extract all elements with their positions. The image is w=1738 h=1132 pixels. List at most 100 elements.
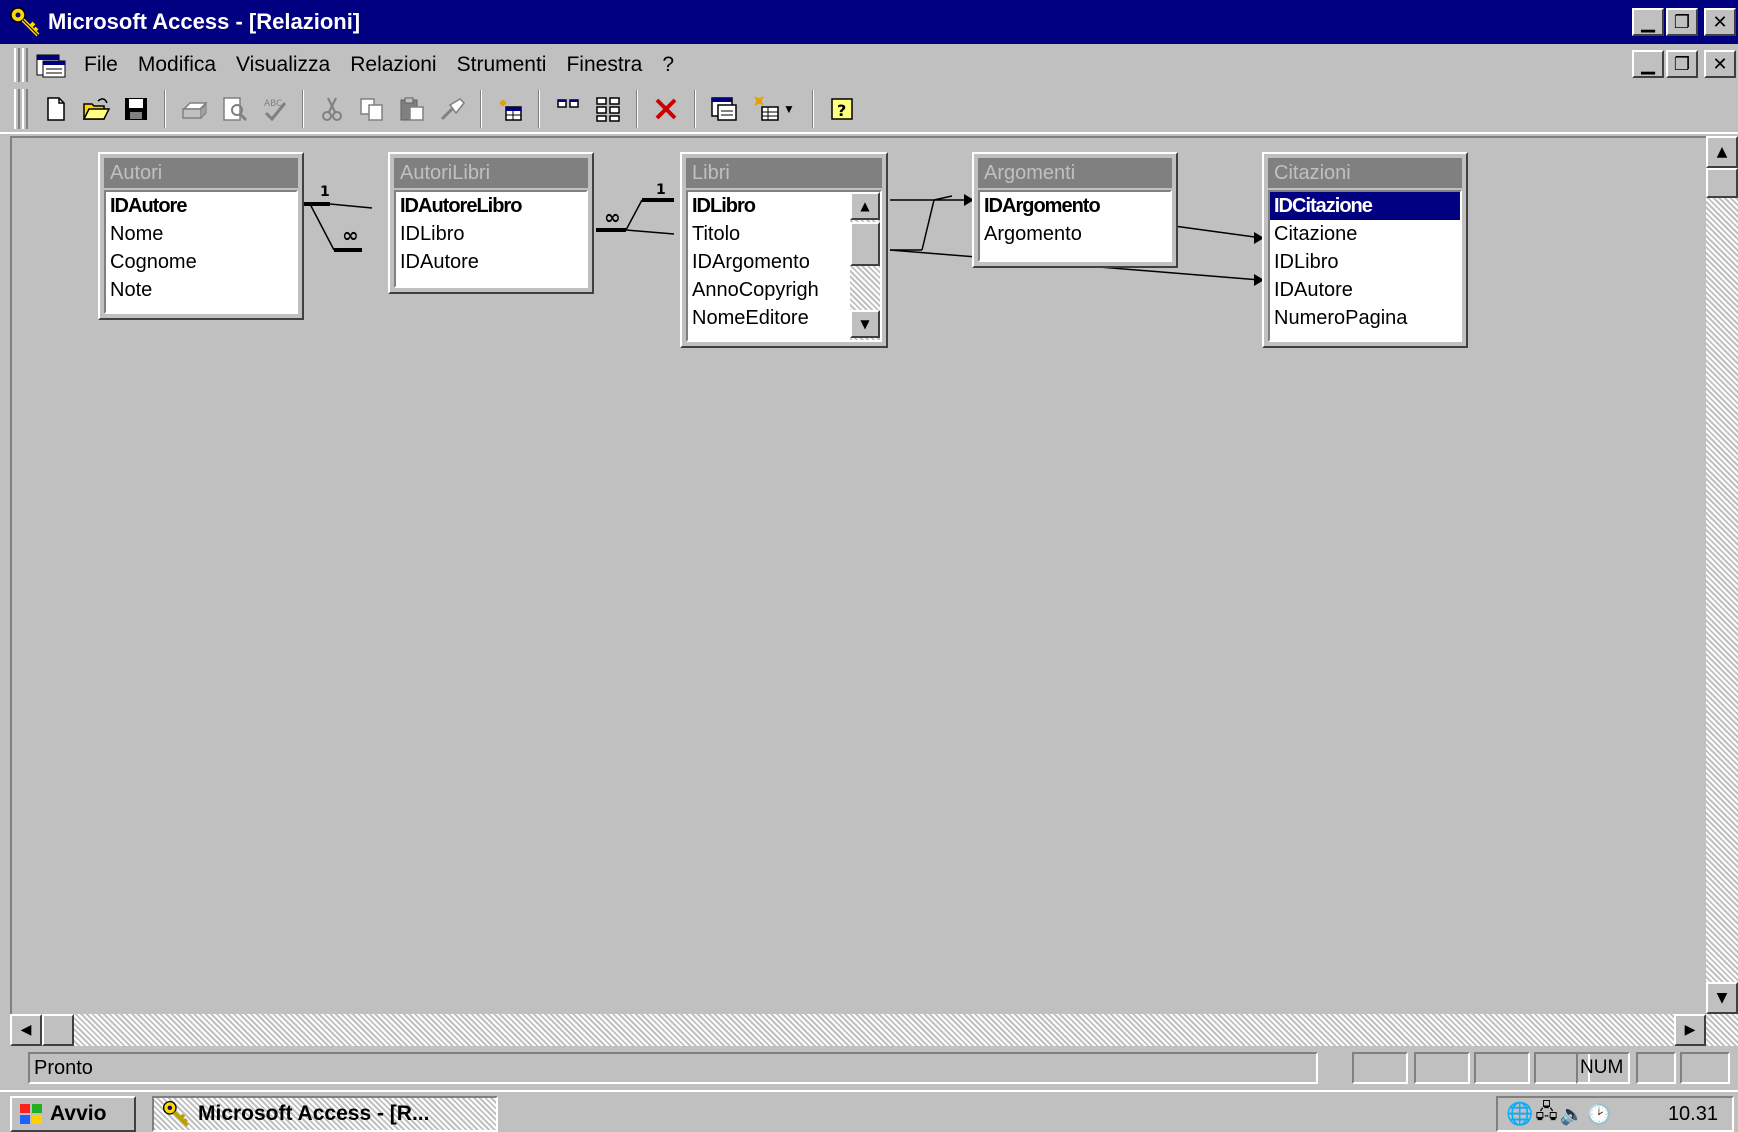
show-all-button[interactable] [590, 90, 626, 128]
table-autori[interactable]: Autori IDAutore Nome Cognome Note [98, 152, 304, 320]
field-primary-key[interactable]: IDAutoreLibro [396, 192, 586, 220]
scroll-right-button[interactable]: ▶ [1674, 1014, 1706, 1046]
field-item[interactable]: Cognome [106, 248, 296, 276]
field-primary-key[interactable]: IDArgomento [980, 192, 1170, 220]
table-title[interactable]: AutoriLibri [394, 158, 588, 188]
toolbar-grip-2[interactable] [22, 89, 28, 129]
menu-visualizza[interactable]: Visualizza [226, 53, 340, 77]
toolbar-separator [302, 90, 304, 128]
menu-relazioni[interactable]: Relazioni [340, 53, 446, 77]
scroll-down-button[interactable]: ▼ [850, 310, 880, 338]
database-window-button[interactable] [706, 90, 742, 128]
field-item[interactable]: Argomento [980, 220, 1170, 248]
toolbar-grip[interactable] [14, 89, 20, 129]
field-primary-key-selected[interactable]: IDCitazione [1270, 192, 1460, 220]
table-title[interactable]: Libri [686, 158, 882, 188]
field-list[interactable]: IDCitazione Citazione IDLibro IDAutore N… [1268, 190, 1462, 342]
table-title[interactable]: Argomenti [978, 158, 1172, 188]
field-list[interactable]: IDAutore Nome Cognome Note [104, 190, 298, 314]
toolbar-separator [538, 90, 540, 128]
scroll-up-button[interactable]: ▲ [850, 192, 880, 220]
scheduler-icon[interactable]: 🕑 [1587, 1102, 1612, 1127]
menu-modifica[interactable]: Modifica [128, 53, 226, 77]
relationships-window-icon[interactable] [36, 52, 66, 78]
open-button[interactable] [78, 90, 114, 128]
minimize-button[interactable]: ▁ [1632, 8, 1664, 36]
restore-button[interactable]: ❐ [1666, 8, 1698, 36]
relationship-autorilibri-libri[interactable]: ∞ 1 [596, 182, 675, 235]
title-bar[interactable]: Microsoft Access - [Relazioni] ▁ ❐ ✕ [0, 0, 1738, 44]
field-item[interactable]: NomeEditore [688, 304, 848, 332]
table-argomenti[interactable]: Argomenti IDArgomento Argomento [972, 152, 1178, 268]
menu-help[interactable]: ? [652, 53, 684, 77]
field-item[interactable]: Titolo [688, 220, 848, 248]
table-autorilibri[interactable]: AutoriLibri IDAutoreLibro IDLibro IDAuto… [388, 152, 594, 294]
spelling-button[interactable]: ABC [256, 90, 292, 128]
save-button[interactable] [118, 90, 154, 128]
format-painter-button[interactable] [434, 90, 470, 128]
table-title[interactable]: Citazioni [1268, 158, 1462, 188]
field-primary-key[interactable]: IDLibro [688, 192, 848, 220]
scroll-down-button[interactable]: ▼ [1706, 982, 1738, 1014]
menu-grip-2[interactable] [22, 48, 28, 82]
field-list[interactable]: IDAutoreLibro IDLibro IDAutore [394, 190, 588, 288]
status-panel [1414, 1052, 1470, 1084]
relationships-workspace[interactable]: 1 ∞ ∞ 1 Autori IDAutore Nome Cognome Not… [10, 136, 1738, 1046]
start-button[interactable]: Avvio [10, 1096, 136, 1132]
volume-icon[interactable]: 🔈 [1560, 1102, 1585, 1127]
new-object-button[interactable]: ▼ [746, 90, 802, 128]
table-title[interactable]: Autori [104, 158, 298, 188]
field-item[interactable]: AnnoCopyrigh [688, 276, 848, 304]
field-list[interactable]: IDArgomento Argomento [978, 190, 1172, 262]
cut-button[interactable] [314, 90, 350, 128]
access-key-icon [10, 7, 40, 37]
workspace-horizontal-scrollbar[interactable]: ◀ ▶ [10, 1014, 1706, 1046]
clock[interactable]: 10.31 [1668, 1103, 1718, 1126]
workspace-vertical-scrollbar[interactable]: ▲ ▼ [1706, 136, 1738, 1046]
copy-button[interactable] [354, 90, 390, 128]
field-item[interactable]: IDLibro [1270, 248, 1460, 276]
field-primary-key[interactable]: IDAutore [106, 192, 296, 220]
help-button[interactable]: ? [824, 90, 860, 128]
field-item[interactable]: NumeroPagina [1270, 304, 1460, 332]
doc-restore-button[interactable]: ❐ [1666, 50, 1698, 78]
table-scrollbar[interactable]: ▲ ▼ [850, 192, 880, 340]
doc-minimize-button[interactable]: ▁ [1632, 50, 1664, 78]
table-libri[interactable]: Libri IDLibro Titolo IDArgomento AnnoCop… [680, 152, 888, 348]
taskbar-access-button[interactable]: Microsoft Access - [R... [152, 1096, 498, 1132]
field-item[interactable]: IDAutore [1270, 276, 1460, 304]
menu-finestra[interactable]: Finestra [556, 53, 652, 77]
field-item[interactable]: IDLibro [396, 220, 586, 248]
globe-icon[interactable]: 🌐 [1506, 1101, 1533, 1127]
show-table-button[interactable] [492, 90, 528, 128]
close-button[interactable]: ✕ [1704, 8, 1736, 36]
relationship-autori-autorilibri[interactable]: 1 ∞ [298, 184, 373, 252]
show-direct-button[interactable] [550, 90, 586, 128]
menu-grip[interactable] [14, 48, 20, 82]
field-item[interactable]: IDAutore [396, 248, 586, 276]
scroll-thumb[interactable] [1706, 168, 1738, 198]
print-button[interactable] [176, 90, 212, 128]
table-citazioni[interactable]: Citazioni IDCitazione Citazione IDLibro … [1262, 152, 1468, 348]
doc-close-button[interactable]: ✕ [1704, 50, 1736, 78]
scroll-thumb[interactable] [42, 1014, 74, 1046]
scroll-left-button[interactable]: ◀ [10, 1014, 42, 1046]
windows-logo-icon [20, 1104, 42, 1124]
print-preview-button[interactable] [216, 90, 252, 128]
delete-button[interactable] [648, 90, 684, 128]
field-list[interactable]: IDLibro Titolo IDArgomento AnnoCopyrigh … [686, 190, 882, 342]
field-item[interactable]: Citazione [1270, 220, 1460, 248]
menu-file[interactable]: File [74, 53, 128, 77]
field-item[interactable]: IDArgomento [688, 248, 848, 276]
network-icon[interactable]: 🖧 [1535, 1097, 1557, 1131]
paste-button[interactable] [394, 90, 430, 128]
field-item[interactable]: Note [106, 276, 296, 304]
relationship-citazioni-idautore[interactable] [1173, 225, 1264, 244]
field-item[interactable]: Nome [106, 220, 296, 248]
scroll-up-button[interactable]: ▲ [1706, 136, 1738, 168]
relation-one-label: 1 [320, 184, 330, 200]
menu-strumenti[interactable]: Strumenti [447, 53, 557, 77]
relationship-libri-argomenti[interactable] [890, 194, 974, 251]
new-button[interactable] [38, 90, 74, 128]
scroll-thumb[interactable] [850, 222, 880, 266]
